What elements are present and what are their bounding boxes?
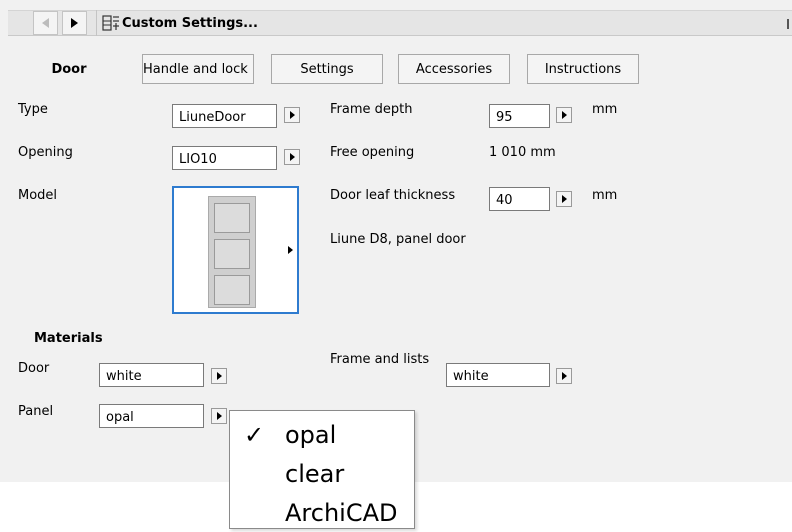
tab-accessories[interactable]: Accessories — [398, 54, 510, 84]
opening-picker-button[interactable] — [284, 149, 300, 165]
chevron-right-icon — [216, 372, 222, 380]
frame-depth-unit: mm — [592, 102, 618, 117]
custom-settings-icon[interactable] — [102, 14, 120, 32]
door-panel-bottom — [214, 275, 250, 305]
chevron-right-icon — [289, 153, 295, 161]
chevron-right-icon — [71, 18, 78, 28]
panel-material-label: Panel — [18, 404, 54, 419]
chevron-right-icon — [561, 372, 567, 380]
panel-material-menu: ✓ opal clear ArchiCAD — [229, 410, 415, 529]
type-field[interactable]: LiuneDoor — [172, 104, 277, 128]
menu-item-archicad[interactable]: ArchiCAD — [230, 494, 414, 532]
frame-material-button[interactable] — [556, 368, 572, 384]
frame-material-field[interactable]: white — [446, 363, 550, 387]
title-bar-edge-marker — [787, 19, 789, 29]
panel-material-button[interactable] — [211, 408, 227, 424]
leaf-thickness-button[interactable] — [556, 191, 572, 207]
menu-item-label: opal — [285, 421, 337, 449]
chevron-right-icon — [289, 111, 295, 119]
chevron-right-icon — [216, 412, 222, 420]
door-image — [208, 196, 256, 308]
type-picker-button[interactable] — [284, 107, 300, 123]
frame-depth-field[interactable]: 95 — [489, 104, 550, 128]
checkmark-icon: ✓ — [244, 421, 265, 449]
panel-title: Custom Settings... — [122, 16, 258, 31]
back-button[interactable] — [33, 11, 58, 35]
door-material-button[interactable] — [211, 368, 227, 384]
tab-instructions[interactable]: Instructions — [527, 54, 639, 84]
tab-handle-and-lock[interactable]: Handle and lock — [142, 54, 254, 84]
model-label: Model — [18, 188, 58, 203]
preview-next-icon[interactable] — [288, 246, 293, 254]
leaf-thickness-label: Door leaf thickness — [330, 188, 456, 203]
frame-depth-button[interactable] — [556, 107, 572, 123]
model-preview[interactable] — [172, 186, 299, 314]
menu-item-label: ArchiCAD — [285, 499, 398, 527]
opening-field[interactable]: LIO10 — [172, 146, 277, 170]
tab-settings[interactable]: Settings — [271, 54, 383, 84]
free-opening-value: 1 010 mm — [489, 145, 556, 160]
panel-material-field[interactable]: opal — [99, 404, 204, 428]
door-material-field[interactable]: white — [99, 363, 204, 387]
leaf-thickness-field[interactable]: 40 — [489, 187, 550, 211]
door-material-label: Door — [18, 361, 50, 376]
menu-item-opal[interactable]: ✓ opal — [230, 416, 414, 454]
door-panel-middle — [214, 239, 250, 269]
title-divider — [96, 10, 97, 36]
forward-button[interactable] — [62, 11, 87, 35]
frame-depth-label: Frame depth — [330, 102, 413, 117]
tab-door[interactable]: Door — [36, 54, 102, 84]
menu-item-clear[interactable]: clear — [230, 455, 414, 493]
door-panel-top — [214, 203, 250, 233]
chevron-right-icon — [561, 111, 567, 119]
chevron-left-icon — [42, 18, 49, 28]
free-opening-label: Free opening — [330, 145, 415, 160]
materials-heading: Materials — [34, 331, 103, 346]
leaf-thickness-unit: mm — [592, 188, 618, 203]
chevron-right-icon — [561, 195, 567, 203]
opening-label: Opening — [18, 145, 73, 160]
model-description: Liune D8, panel door — [330, 232, 466, 247]
type-label: Type — [18, 102, 48, 117]
frame-material-label: Frame and lists — [330, 352, 430, 367]
menu-item-label: clear — [285, 460, 345, 488]
